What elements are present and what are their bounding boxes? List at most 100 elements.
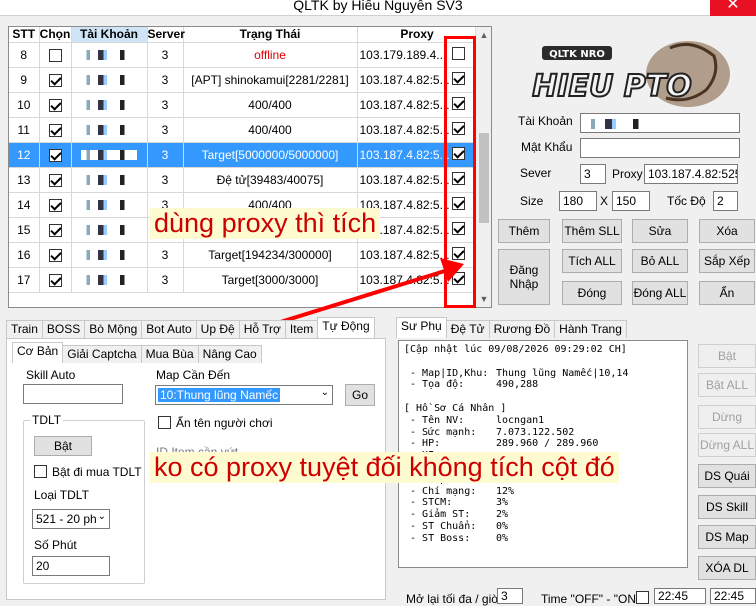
go-button[interactable]: Go [345, 384, 375, 406]
ds-map-button[interactable]: DS Map [698, 525, 756, 549]
add-many-button[interactable]: Thêm SLL [562, 219, 622, 243]
sort-button[interactable]: Sắp Xếp [699, 249, 755, 273]
row-status: 400/400 [183, 92, 358, 118]
tdlt-type-select[interactable]: 521 - 20 ph ⌄ [32, 509, 110, 529]
col-status[interactable]: Trạng Thái [183, 27, 358, 43]
table-row[interactable]: 9 3 [APT] shinokamui[2281/2281] 103.187.4.8… [9, 67, 478, 93]
row-select-checkbox[interactable] [48, 173, 62, 187]
table-row[interactable]: 12 3 Target[5000000/5000000] 103.187.4.82:5… [9, 142, 478, 168]
row-select[interactable] [39, 167, 72, 193]
close-button[interactable]: Đóng [562, 281, 622, 305]
uncheck-all-button[interactable]: Bỏ ALL [632, 249, 688, 273]
tab-ruong-do[interactable]: Rương Đồ [488, 320, 556, 338]
server-input[interactable]: 3 [580, 164, 606, 184]
table-row[interactable]: 10 3 400/400 103.187.4.82:5... [9, 92, 478, 118]
row-account [71, 67, 148, 93]
minutes-label: Số Phút [34, 538, 77, 552]
scroll-down-icon[interactable]: ▼ [476, 291, 491, 307]
tab-train[interactable]: Train [6, 320, 43, 338]
col-stt[interactable]: STT [9, 27, 40, 43]
tdlt-type-value: 521 - 20 ph [36, 512, 97, 526]
tab-item[interactable]: Item [284, 320, 319, 338]
close-all-button[interactable]: Đóng ALL [632, 281, 688, 305]
row-select-checkbox[interactable] [48, 148, 62, 162]
tdlt-on-button[interactable]: Bật [34, 436, 92, 456]
hide-button[interactable]: Ẩn [699, 281, 755, 305]
hide-players-checkbox[interactable] [158, 415, 171, 430]
row-select[interactable] [39, 242, 72, 268]
ds-skill-button[interactable]: DS Skill [698, 495, 756, 519]
tab-co-ban[interactable]: Cơ Bản [12, 342, 64, 363]
tab-tu-dong[interactable]: Tự Động [317, 317, 375, 338]
tdlt-buy-checkbox[interactable] [34, 464, 47, 479]
row-select[interactable] [39, 67, 72, 93]
row-select-checkbox[interactable] [48, 48, 62, 62]
row-select-checkbox[interactable] [48, 98, 62, 112]
tab-boss[interactable]: BOSS [41, 320, 86, 338]
scroll-up-icon[interactable]: ▲ [476, 27, 491, 43]
row-select[interactable] [39, 192, 72, 218]
size-height-input[interactable]: 150 [612, 191, 650, 211]
row-select-checkbox[interactable] [48, 198, 62, 212]
log-stat-line: - Chí mạng: 12% [404, 485, 515, 497]
tab-bot-auto[interactable]: Bot Auto [141, 320, 197, 338]
table-row[interactable]: 11 3 400/400 103.187.4.82:5... [9, 117, 478, 143]
tab-mua-bua[interactable]: Mua Bùa [140, 345, 199, 363]
username-input[interactable] [580, 113, 740, 133]
row-select[interactable] [39, 117, 72, 143]
chevron-down-icon: ⌄ [320, 387, 329, 398]
tab-giai-captcha[interactable]: Giải Captcha [62, 345, 142, 363]
row-select-checkbox[interactable] [48, 123, 62, 137]
login-button[interactable]: Đăng Nhập [498, 249, 550, 305]
skill-auto-input[interactable] [23, 384, 123, 404]
table-row[interactable]: 8 3 offline 103.179.189.4... [9, 42, 478, 68]
password-input[interactable] [580, 138, 740, 158]
edit-button[interactable]: Sửa [632, 219, 688, 243]
tab-nang-cao[interactable]: Nâng Cao [197, 345, 262, 363]
col-server[interactable]: Server [147, 27, 185, 43]
stop-all-button[interactable]: Dừng ALL [698, 433, 756, 457]
main-tabs: Train BOSS Bò Mộng Bot Auto Up Đệ Hỗ Trợ… [6, 317, 375, 338]
on-all-button[interactable]: Bật ALL [698, 373, 756, 397]
row-select-checkbox[interactable] [48, 73, 62, 87]
tab-hanh-trang[interactable]: Hành Trang [554, 320, 627, 338]
proxy-input[interactable]: 103.187.4.82:525 [644, 164, 738, 184]
row-select-checkbox[interactable] [48, 248, 62, 262]
row-select-checkbox[interactable] [48, 223, 62, 237]
row-select-checkbox[interactable] [48, 273, 62, 287]
minutes-input[interactable]: 20 [32, 556, 110, 576]
table-row[interactable]: 13 3 Đệ tử[39483/40075] 103.187.4.82:5... [9, 167, 478, 193]
map-select[interactable]: 10:Thung lũng Namếc ⌄ [155, 385, 333, 405]
row-select[interactable] [39, 267, 72, 293]
grid-scrollbar[interactable]: ▲ ▼ [475, 27, 491, 307]
row-select[interactable] [39, 92, 72, 118]
redacted-account [81, 50, 137, 61]
log-updated: [Cập nhật lúc 09/08/2026 09:29:02 CH] [404, 344, 627, 355]
tab-de-tu[interactable]: Đệ Tử [445, 320, 490, 338]
row-select[interactable] [39, 217, 72, 243]
tab-ho-tro[interactable]: Hỗ Trợ [238, 320, 286, 338]
add-button[interactable]: Thêm [498, 219, 550, 243]
redacted-account [81, 200, 137, 211]
on-button[interactable]: Bật [698, 344, 756, 368]
ds-quai-button[interactable]: DS Quái [698, 464, 756, 488]
row-server: 3 [147, 142, 184, 168]
size-width-input[interactable]: 180 [559, 191, 597, 211]
row-select[interactable] [39, 142, 72, 168]
stop-button[interactable]: Dừng [698, 405, 756, 429]
col-account[interactable]: Tài Khoản [71, 27, 148, 43]
tab-up-de[interactable]: Up Đệ [195, 320, 240, 338]
delete-button[interactable]: Xóa [699, 219, 755, 243]
row-status: Đệ tử[39483/40075] [183, 167, 358, 193]
row-select[interactable] [39, 42, 72, 68]
tab-bo-mong[interactable]: Bò Mộng [84, 320, 143, 338]
check-all-button[interactable]: Tích ALL [562, 249, 622, 273]
scroll-thumb[interactable] [479, 133, 489, 223]
close-icon[interactable]: ✕ [710, 0, 756, 16]
log-stat-line: - Tên NV: locngan1 [404, 414, 545, 426]
speed-input[interactable]: 2 [713, 191, 738, 211]
delete-data-button[interactable]: XÓA DL [698, 556, 756, 580]
tab-su-phu[interactable]: Sư Phụ [396, 317, 447, 338]
col-select[interactable]: Chọn [39, 27, 72, 43]
time-checkbox[interactable] [636, 590, 649, 605]
